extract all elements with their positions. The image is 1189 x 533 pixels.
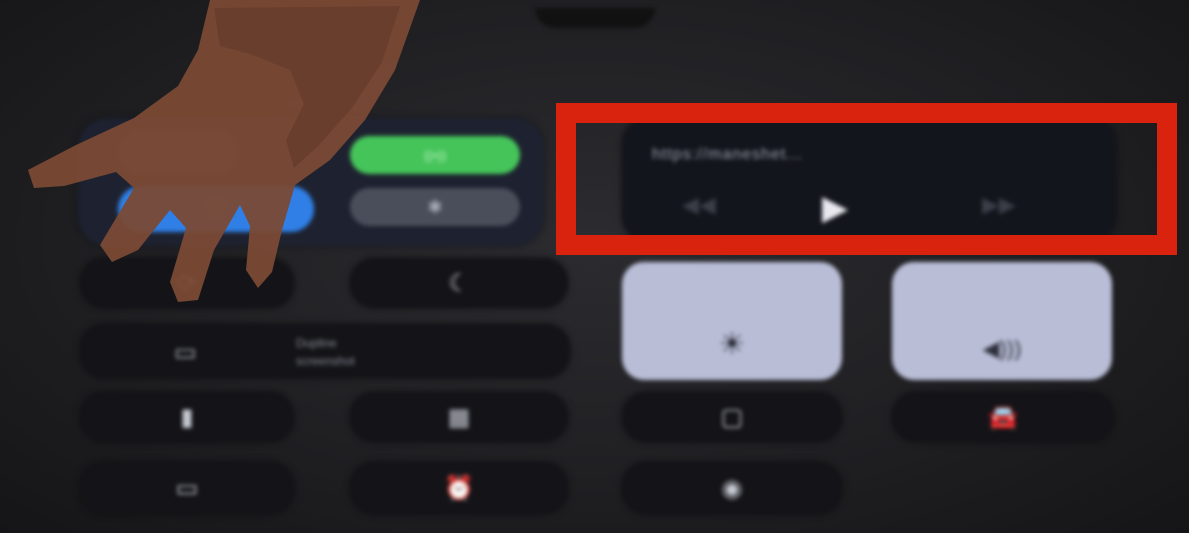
flashlight-button[interactable]: ▮ [80, 392, 294, 442]
battery-icon: ▭ [175, 474, 199, 502]
control-center-screen: ((•)) ⌔ ✱ https://maneshet... ◀◀ ▶ ▶▶ ⟳ … [0, 0, 1189, 533]
camera-icon: ▢ [720, 403, 744, 431]
flashlight-icon: ▮ [180, 403, 194, 431]
alarm-clock-icon: ⏰ [444, 474, 474, 502]
control-center: ((•)) ⌔ ✱ https://maneshet... ◀◀ ▶ ▶▶ ⟳ … [0, 0, 1189, 533]
car-mode-button[interactable]: 🚘 [892, 392, 1114, 442]
speaker-icon: ◀))) [982, 336, 1022, 361]
wifi-toggle[interactable]: ⌔ [118, 186, 314, 232]
rotation-lock-toggle[interactable]: ⟳ [80, 258, 294, 308]
screen-record-button[interactable]: ◉ [622, 462, 842, 514]
connectivity-module[interactable]: ((•)) ⌔ ✱ [78, 118, 544, 246]
calculator-icon: ▦ [447, 403, 471, 431]
screen-mirroring-icon: ▭ [174, 339, 197, 366]
cellular-icon: ((•)) [424, 147, 446, 163]
airplane-mode-toggle[interactable] [118, 128, 238, 176]
bluetooth-toggle[interactable]: ✱ [350, 188, 520, 226]
bluetooth-icon: ✱ [427, 196, 443, 217]
alarm-button[interactable]: ⏰ [350, 462, 568, 514]
volume-slider[interactable]: ◀))) [892, 262, 1112, 380]
sun-icon: ☀ [718, 328, 746, 361]
brightness-slider[interactable]: ☀ [622, 262, 842, 380]
highlight-box [556, 103, 1177, 255]
rotation-lock-icon: ⟳ [176, 269, 198, 297]
grabber-handle[interactable] [535, 8, 655, 28]
screen-mirroring-label: Dupline screenshot [296, 336, 355, 368]
moon-icon: ☾ [448, 269, 470, 297]
screen-mirroring-button[interactable]: ▭ Dupline screenshot [80, 324, 570, 378]
cellular-data-toggle[interactable]: ((•)) [350, 136, 520, 174]
calculator-button[interactable]: ▦ [350, 392, 568, 442]
do-not-disturb-toggle[interactable]: ☾ [350, 258, 568, 308]
record-icon: ◉ [721, 474, 743, 502]
camera-button[interactable]: ▢ [622, 392, 842, 442]
low-power-mode-button[interactable]: ▭ [80, 462, 294, 514]
wifi-icon: ⌔ [204, 196, 228, 223]
car-icon: 🚘 [988, 403, 1018, 431]
